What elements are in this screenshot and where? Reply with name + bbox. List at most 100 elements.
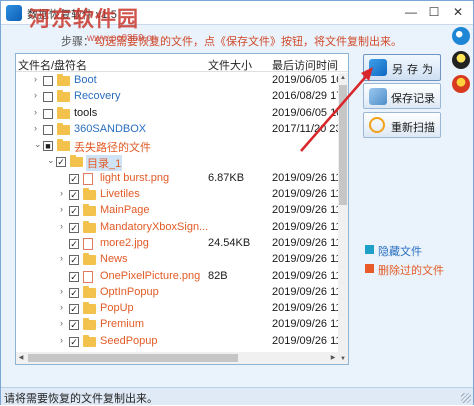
table-row[interactable]: › Recovery 2016/08/29 17:4 <box>16 89 348 105</box>
expand-arrow-icon[interactable]: › <box>34 90 37 100</box>
expand-arrow-icon[interactable]: › <box>60 302 63 312</box>
row-checkbox[interactable]: ■ <box>43 141 53 152</box>
row-name: OptInPopup <box>100 285 159 298</box>
row-checkbox[interactable]: ✓ <box>69 238 79 249</box>
resize-grip-icon[interactable] <box>461 393 471 403</box>
scroll-left-arrow[interactable]: ◀ <box>16 352 26 364</box>
rescan-button[interactable]: 重新扫描 <box>363 112 441 138</box>
app-icon <box>6 5 22 21</box>
scroll-right-arrow[interactable]: ▶ <box>328 352 338 364</box>
row-name: Recovery <box>74 90 121 103</box>
row-checkbox[interactable]: ✓ <box>69 190 79 201</box>
row-checkbox[interactable]: ✓ <box>69 255 79 266</box>
status-bar: 请将需要恢复的文件复制出来。 <box>1 387 473 405</box>
file-icon <box>83 172 93 185</box>
legend-deleted-label: 删除过的文件 <box>378 265 444 277</box>
network-icon[interactable] <box>452 27 470 45</box>
scroll-down-arrow[interactable]: ▼ <box>338 354 348 364</box>
expand-arrow-icon[interactable]: › <box>60 335 63 345</box>
scroll-thumb[interactable] <box>339 85 347 205</box>
qq-chat-icon[interactable] <box>452 75 470 93</box>
row-size: 82B <box>208 269 228 282</box>
folder-icon <box>83 188 96 201</box>
column-header-name[interactable]: 文件名/盘符名 <box>18 57 87 73</box>
folder-icon <box>57 106 70 119</box>
close-button[interactable]: ✕ <box>448 3 468 21</box>
folder-icon <box>57 90 70 103</box>
table-row[interactable]: › ✓ Livetiles 2019/09/26 11:3 <box>16 187 348 203</box>
expand-arrow-icon[interactable]: › <box>34 123 37 133</box>
horizontal-scrollbar[interactable]: ◀ ▶ <box>16 352 338 364</box>
column-header-size[interactable]: 文件大小 <box>208 57 252 73</box>
save-as-label: 另存为 <box>392 64 437 76</box>
table-row[interactable]: ✓ light burst.png 6.87KB 2019/09/26 11:3 <box>16 171 348 187</box>
table-row[interactable]: › Boot 2019/06/05 10:3 <box>16 73 348 89</box>
instruction-text: 步骤：勾选需要恢复的文件，点《保存文件》按钮，将文件复制出来。 <box>61 33 402 49</box>
row-name: tools <box>74 106 98 119</box>
table-row[interactable]: ⌄ ✓ 目录_1 <box>16 154 338 172</box>
expand-arrow-icon[interactable]: › <box>60 318 63 328</box>
file-rows: › Boot 2019/06/05 10:3 › Recovery 2016/08/2… <box>16 73 348 364</box>
expand-arrow-icon[interactable]: ⌄ <box>47 155 55 166</box>
row-name: News <box>100 253 128 266</box>
expand-arrow-icon[interactable]: › <box>34 74 37 84</box>
column-header-time[interactable]: 最后访问时间 <box>272 57 338 73</box>
row-name: PopUp <box>100 302 134 315</box>
file-tree-list: 文件名/盘符名 文件大小 最后访问时间 › Boot 2019/06/05 10:… <box>15 53 349 365</box>
table-row[interactable]: › ✓ Premium 2019/09/26 11:3 <box>16 317 348 333</box>
refresh-icon <box>369 117 385 133</box>
expand-arrow-icon[interactable]: › <box>60 188 63 198</box>
table-row[interactable]: › 360SANDBOX 2017/11/20 23:3 <box>16 122 348 138</box>
expand-arrow-icon[interactable]: › <box>60 221 63 231</box>
folder-icon <box>83 204 96 217</box>
table-row[interactable]: › ✓ News 2019/09/26 11:3 <box>16 252 348 268</box>
expand-arrow-icon[interactable]: › <box>60 204 63 214</box>
row-size: 24.54KB <box>208 236 251 249</box>
table-row[interactable]: ⌄ ■ 丢失路径的文件 <box>16 138 338 154</box>
row-checkbox[interactable] <box>43 108 53 119</box>
table-row[interactable]: ✓ more2.jpg 24.54KB 2019/09/26 11:3 <box>16 236 348 252</box>
vertical-scrollbar[interactable]: ▲ ▼ <box>338 73 348 364</box>
row-checkbox[interactable]: ✓ <box>69 222 79 233</box>
folder-icon <box>83 318 96 331</box>
table-row[interactable]: ✓ OnePixelPicture.png 82B 2019/09/26 11:3 <box>16 269 348 285</box>
row-checkbox[interactable]: ✓ <box>69 287 79 298</box>
table-row[interactable]: › tools 2019/06/05 10:3 <box>16 106 348 122</box>
row-checkbox[interactable]: ✓ <box>56 157 66 168</box>
table-row[interactable]: › ✓ MainPage 2019/09/26 11:3 <box>16 203 348 219</box>
table-row[interactable]: › ✓ MandatoryXboxSign... 2019/09/26 11:3 <box>16 220 348 236</box>
expand-arrow-icon[interactable]: › <box>60 286 63 296</box>
legend-hidden-label: 隐藏文件 <box>378 246 422 258</box>
row-checkbox[interactable] <box>43 124 53 135</box>
maximize-button[interactable]: ☐ <box>424 3 444 21</box>
row-checkbox[interactable]: ✓ <box>69 206 79 217</box>
row-checkbox[interactable]: ✓ <box>69 271 79 282</box>
save-record-button[interactable]: 保存记录 <box>363 83 441 109</box>
row-checkbox[interactable]: ✓ <box>69 304 79 315</box>
scroll-up-arrow[interactable]: ▲ <box>338 73 348 83</box>
expand-arrow-icon[interactable]: › <box>60 253 63 263</box>
app-window: 数据恢复软件 v1.5 — ☐ ✕ 河东软件园 www.pc0359.cn 步骤… <box>0 0 474 405</box>
row-checkbox[interactable]: ✓ <box>69 336 79 347</box>
table-row[interactable]: › ✓ OptInPopup 2019/09/26 11:3 <box>16 285 348 301</box>
folder-icon <box>83 253 96 266</box>
row-name: OnePixelPicture.png <box>100 269 201 282</box>
save-as-button[interactable]: 另存为 <box>363 54 441 81</box>
row-checkbox[interactable] <box>43 76 53 86</box>
table-row[interactable]: › ✓ SeedPopup 2019/09/26 11:3 <box>16 334 348 350</box>
hscroll-thumb[interactable] <box>28 354 238 362</box>
row-name: 360SANDBOX <box>74 122 147 135</box>
legend-deleted-swatch <box>365 264 374 273</box>
minimize-button[interactable]: — <box>401 3 421 21</box>
folder-icon <box>83 220 96 233</box>
row-checkbox[interactable] <box>43 92 53 103</box>
instruction-step: 步骤： <box>61 36 94 48</box>
row-size: 6.87KB <box>208 171 245 184</box>
folder-icon <box>83 302 96 315</box>
expand-arrow-icon[interactable]: › <box>34 107 37 117</box>
qq-penguin-icon[interactable] <box>452 51 470 69</box>
row-checkbox[interactable]: ✓ <box>69 173 79 184</box>
expand-arrow-icon[interactable]: ⌄ <box>34 139 42 150</box>
row-checkbox[interactable]: ✓ <box>69 320 79 331</box>
table-row[interactable]: › ✓ PopUp 2019/09/26 11:3 <box>16 301 348 317</box>
